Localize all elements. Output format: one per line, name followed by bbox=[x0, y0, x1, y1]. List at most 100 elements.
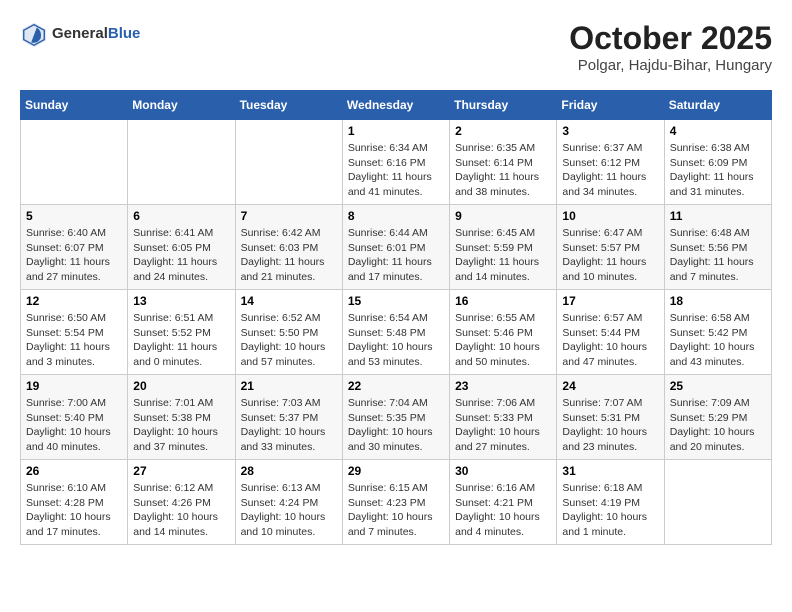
day-number: 23 bbox=[455, 379, 551, 393]
col-header-friday: Friday bbox=[557, 91, 664, 120]
calendar-cell: 30 Sunrise: 6:16 AMSunset: 4:21 PMDayligh… bbox=[450, 460, 557, 545]
day-info: Sunrise: 6:57 AMSunset: 5:44 PMDaylight:… bbox=[562, 311, 658, 370]
calendar-week-row: 5Sunrise: 6:40 AMSunset: 6:07 PMDaylight… bbox=[21, 205, 772, 290]
day-info: Sunrise: 6:34 AMSunset: 6:16 PMDaylight:… bbox=[348, 141, 444, 200]
day-info: Sunrise: 6:16 AMSunset: 4:21 PMDaylight:… bbox=[455, 481, 551, 540]
calendar-cell: 28 Sunrise: 6:13 AMSunset: 4:24 PMDayligh… bbox=[235, 460, 342, 545]
day-number: 24 bbox=[562, 379, 658, 393]
calendar-cell: 3 Sunrise: 6:37 AMSunset: 6:12 PMDaylight… bbox=[557, 120, 664, 205]
col-header-thursday: Thursday bbox=[450, 91, 557, 120]
calendar-cell: 17 Sunrise: 6:57 AMSunset: 5:44 PMDayligh… bbox=[557, 290, 664, 375]
day-number: 17 bbox=[562, 294, 658, 308]
day-number: 25 bbox=[670, 379, 766, 393]
day-number: 10 bbox=[562, 209, 658, 223]
day-number: 7 bbox=[241, 209, 337, 223]
day-number: 16 bbox=[455, 294, 551, 308]
calendar-cell: 1 Sunrise: 6:34 AMSunset: 6:16 PMDaylight… bbox=[342, 120, 449, 205]
col-header-saturday: Saturday bbox=[664, 91, 771, 120]
calendar-week-row: 1 Sunrise: 6:34 AMSunset: 6:16 PMDaylight… bbox=[21, 120, 772, 205]
calendar-cell bbox=[235, 120, 342, 205]
day-number: 6 bbox=[133, 209, 229, 223]
location: Polgar, Hajdu-Bihar, Hungary bbox=[569, 57, 772, 74]
calendar-cell: 25Sunrise: 7:09 AMSunset: 5:29 PMDayligh… bbox=[664, 375, 771, 460]
day-info: Sunrise: 6:50 AMSunset: 5:54 PMDaylight:… bbox=[26, 311, 122, 370]
page-header: GeneralBlue October 2025 Polgar, Hajdu-B… bbox=[20, 20, 772, 74]
day-info: Sunrise: 7:01 AMSunset: 5:38 PMDaylight:… bbox=[133, 396, 229, 455]
calendar-cell: 21Sunrise: 7:03 AMSunset: 5:37 PMDayligh… bbox=[235, 375, 342, 460]
calendar-cell: 31 Sunrise: 6:18 AMSunset: 4:19 PMDayligh… bbox=[557, 460, 664, 545]
calendar-cell: 22 Sunrise: 7:04 AMSunset: 5:35 PMDayligh… bbox=[342, 375, 449, 460]
logo-text: GeneralBlue bbox=[52, 26, 140, 43]
day-info: Sunrise: 6:38 AMSunset: 6:09 PMDaylight:… bbox=[670, 141, 766, 200]
logo: GeneralBlue bbox=[20, 20, 140, 48]
day-info: Sunrise: 6:37 AMSunset: 6:12 PMDaylight:… bbox=[562, 141, 658, 200]
calendar-header-row: SundayMondayTuesdayWednesdayThursdayFrid… bbox=[21, 91, 772, 120]
day-number: 28 bbox=[241, 464, 337, 478]
day-number: 27 bbox=[133, 464, 229, 478]
day-info: Sunrise: 6:54 AMSunset: 5:48 PMDaylight:… bbox=[348, 311, 444, 370]
day-info: Sunrise: 6:47 AMSunset: 5:57 PMDaylight:… bbox=[562, 226, 658, 285]
day-info: Sunrise: 6:10 AMSunset: 4:28 PMDaylight:… bbox=[26, 481, 122, 540]
col-header-monday: Monday bbox=[128, 91, 235, 120]
calendar-cell: 19 Sunrise: 7:00 AMSunset: 5:40 PMDayligh… bbox=[21, 375, 128, 460]
day-number: 20 bbox=[133, 379, 229, 393]
calendar-table: SundayMondayTuesdayWednesdayThursdayFrid… bbox=[20, 90, 772, 545]
calendar-cell: 2 Sunrise: 6:35 AMSunset: 6:14 PMDaylight… bbox=[450, 120, 557, 205]
day-number: 26 bbox=[26, 464, 122, 478]
logo-blue: Blue bbox=[108, 25, 141, 42]
calendar-cell: 8 Sunrise: 6:44 AMSunset: 6:01 PMDaylight… bbox=[342, 205, 449, 290]
day-number: 3 bbox=[562, 124, 658, 138]
calendar-cell: 6 Sunrise: 6:41 AMSunset: 6:05 PMDaylight… bbox=[128, 205, 235, 290]
calendar-cell bbox=[664, 460, 771, 545]
day-info: Sunrise: 6:45 AMSunset: 5:59 PMDaylight:… bbox=[455, 226, 551, 285]
logo-general: General bbox=[52, 25, 108, 42]
title-block: October 2025 Polgar, Hajdu-Bihar, Hungar… bbox=[569, 20, 772, 74]
day-number: 5 bbox=[26, 209, 122, 223]
day-number: 4 bbox=[670, 124, 766, 138]
calendar-week-row: 12 Sunrise: 6:50 AMSunset: 5:54 PMDayligh… bbox=[21, 290, 772, 375]
day-number: 8 bbox=[348, 209, 444, 223]
day-info: Sunrise: 6:55 AMSunset: 5:46 PMDaylight:… bbox=[455, 311, 551, 370]
col-header-sunday: Sunday bbox=[21, 91, 128, 120]
day-info: Sunrise: 6:41 AMSunset: 6:05 PMDaylight:… bbox=[133, 226, 229, 285]
calendar-cell bbox=[128, 120, 235, 205]
calendar-cell: 18Sunrise: 6:58 AMSunset: 5:42 PMDayligh… bbox=[664, 290, 771, 375]
calendar-cell: 12 Sunrise: 6:50 AMSunset: 5:54 PMDayligh… bbox=[21, 290, 128, 375]
day-info: Sunrise: 7:06 AMSunset: 5:33 PMDaylight:… bbox=[455, 396, 551, 455]
calendar-cell: 26 Sunrise: 6:10 AMSunset: 4:28 PMDayligh… bbox=[21, 460, 128, 545]
calendar-cell: 9 Sunrise: 6:45 AMSunset: 5:59 PMDaylight… bbox=[450, 205, 557, 290]
calendar-cell: 13Sunrise: 6:51 AMSunset: 5:52 PMDayligh… bbox=[128, 290, 235, 375]
calendar-cell: 4 Sunrise: 6:38 AMSunset: 6:09 PMDaylight… bbox=[664, 120, 771, 205]
day-number: 11 bbox=[670, 209, 766, 223]
day-number: 2 bbox=[455, 124, 551, 138]
day-number: 19 bbox=[26, 379, 122, 393]
calendar-cell: 7 Sunrise: 6:42 AMSunset: 6:03 PMDaylight… bbox=[235, 205, 342, 290]
day-info: Sunrise: 6:35 AMSunset: 6:14 PMDaylight:… bbox=[455, 141, 551, 200]
calendar-week-row: 19 Sunrise: 7:00 AMSunset: 5:40 PMDayligh… bbox=[21, 375, 772, 460]
day-info: Sunrise: 7:03 AMSunset: 5:37 PMDaylight:… bbox=[241, 396, 337, 455]
calendar-cell: 11 Sunrise: 6:48 AMSunset: 5:56 PMDayligh… bbox=[664, 205, 771, 290]
day-number: 30 bbox=[455, 464, 551, 478]
day-number: 31 bbox=[562, 464, 658, 478]
calendar-cell: 27Sunrise: 6:12 AMSunset: 4:26 PMDayligh… bbox=[128, 460, 235, 545]
day-info: Sunrise: 6:15 AMSunset: 4:23 PMDaylight:… bbox=[348, 481, 444, 540]
day-number: 1 bbox=[348, 124, 444, 138]
day-info: Sunrise: 6:18 AMSunset: 4:19 PMDaylight:… bbox=[562, 481, 658, 540]
day-info: Sunrise: 7:00 AMSunset: 5:40 PMDaylight:… bbox=[26, 396, 122, 455]
day-info: Sunrise: 6:13 AMSunset: 4:24 PMDaylight:… bbox=[241, 481, 337, 540]
calendar-cell: 14Sunrise: 6:52 AMSunset: 5:50 PMDayligh… bbox=[235, 290, 342, 375]
day-info: Sunrise: 6:52 AMSunset: 5:50 PMDaylight:… bbox=[241, 311, 337, 370]
col-header-wednesday: Wednesday bbox=[342, 91, 449, 120]
day-number: 13 bbox=[133, 294, 229, 308]
day-number: 12 bbox=[26, 294, 122, 308]
col-header-tuesday: Tuesday bbox=[235, 91, 342, 120]
day-info: Sunrise: 7:04 AMSunset: 5:35 PMDaylight:… bbox=[348, 396, 444, 455]
day-info: Sunrise: 6:44 AMSunset: 6:01 PMDaylight:… bbox=[348, 226, 444, 285]
day-number: 9 bbox=[455, 209, 551, 223]
calendar-cell: 16 Sunrise: 6:55 AMSunset: 5:46 PMDayligh… bbox=[450, 290, 557, 375]
day-number: 22 bbox=[348, 379, 444, 393]
calendar-cell: 29Sunrise: 6:15 AMSunset: 4:23 PMDayligh… bbox=[342, 460, 449, 545]
day-info: Sunrise: 6:48 AMSunset: 5:56 PMDaylight:… bbox=[670, 226, 766, 285]
day-info: Sunrise: 6:42 AMSunset: 6:03 PMDaylight:… bbox=[241, 226, 337, 285]
day-info: Sunrise: 6:58 AMSunset: 5:42 PMDaylight:… bbox=[670, 311, 766, 370]
